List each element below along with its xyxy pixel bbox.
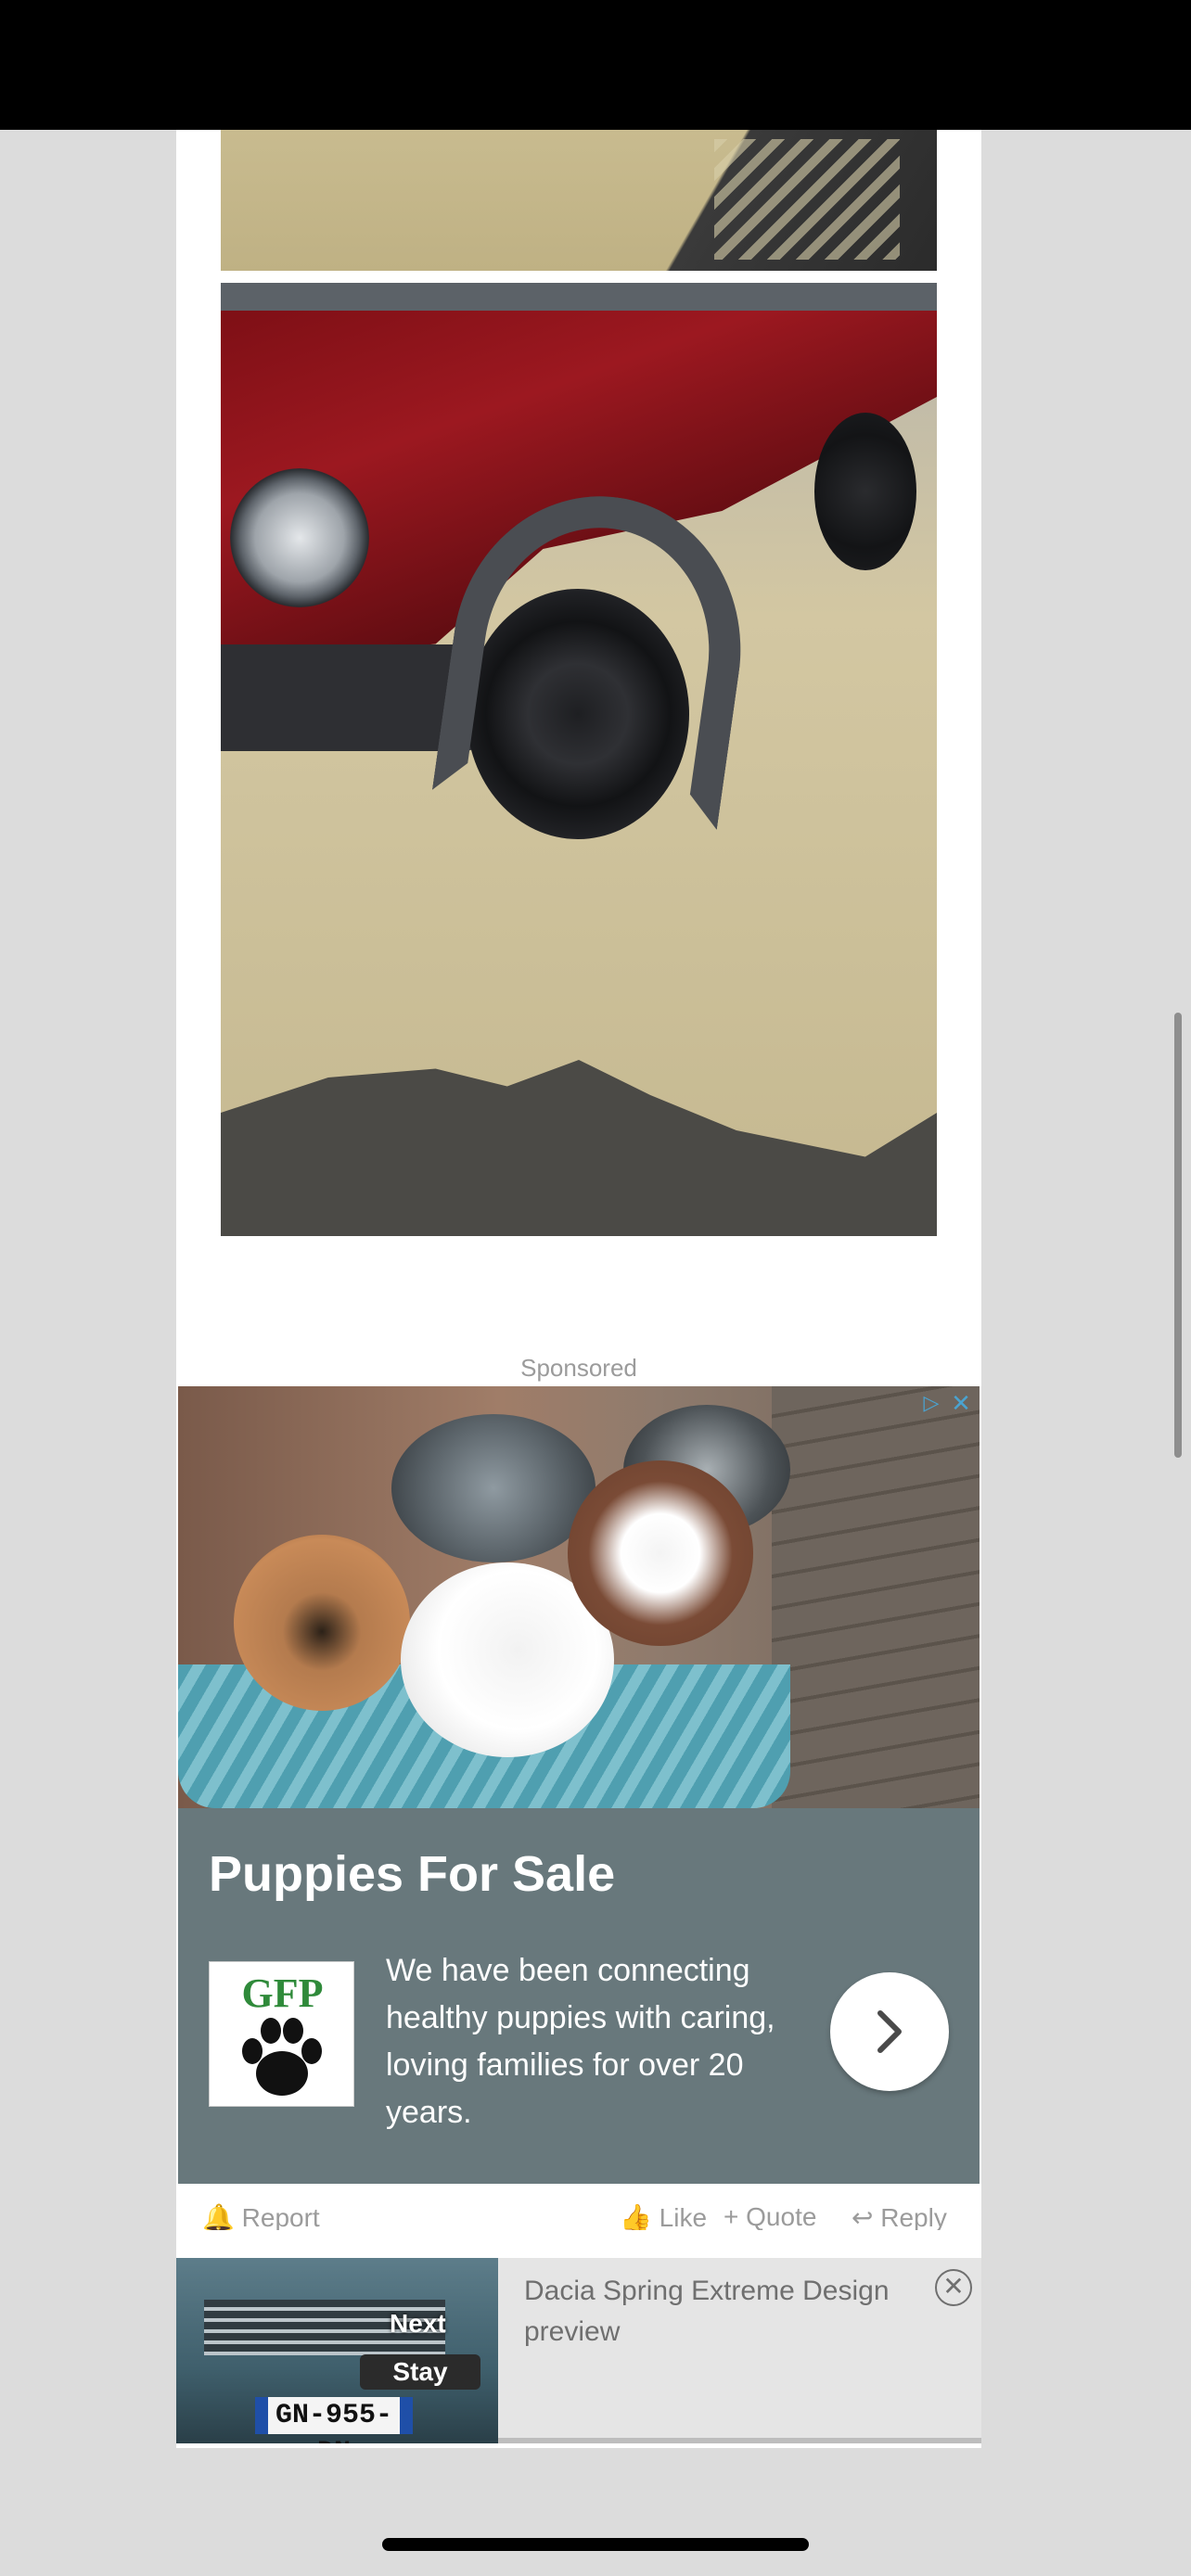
puppy	[234, 1535, 410, 1711]
reply-label: Reply	[880, 2203, 947, 2230]
bottom-ad-text[interactable]: Dacia Spring Extreme Design preview	[524, 2271, 923, 2353]
close-icon[interactable]: ✕	[950, 1391, 972, 1415]
sponsored-label: Sponsored	[520, 1354, 637, 1382]
puppy	[391, 1414, 596, 1562]
sponsored-ad[interactable]: ▷ ✕ Puppies For Sale GFP We have been co…	[178, 1386, 980, 2184]
license-plate: GN-955-DN	[255, 2397, 413, 2443]
truck-headlight	[230, 468, 369, 607]
reply-button[interactable]: ↩ Reply	[852, 2202, 947, 2230]
bottom-ad-image-car[interactable]: Next Stay GN-955-DN	[176, 2258, 498, 2443]
advertiser-logo[interactable]: GFP	[209, 1961, 354, 2107]
ad-description[interactable]: We have been connecting healthy puppies …	[386, 1947, 822, 2136]
like-button[interactable]: 👍 Like	[620, 2202, 707, 2230]
status-bar	[0, 0, 1191, 130]
like-label: Like	[659, 2203, 708, 2230]
report-link[interactable]: 🔔 Report	[202, 2202, 320, 2230]
adchoices-icon[interactable]: ▷	[920, 1392, 942, 1414]
bottom-banner-ad[interactable]: Next Stay GN-955-DN Dacia Spring Extreme…	[176, 2258, 981, 2443]
quote-label: Quote	[746, 2202, 817, 2230]
quote-button[interactable]: + Quote	[724, 2202, 816, 2230]
puppy	[568, 1460, 753, 1646]
ground-shadow	[221, 1060, 937, 1236]
post-photo-ground[interactable]	[221, 130, 937, 271]
paw-icon	[242, 2018, 322, 2096]
photo-grille-pattern	[714, 139, 900, 260]
chevron-right-icon	[877, 2010, 902, 2053]
truck-roof	[221, 283, 937, 311]
ad-cta-button[interactable]	[830, 1972, 949, 2091]
forum-post-content: Sponsored ▷ ✕ Puppies For Sale GFP We ha…	[176, 130, 981, 2448]
home-indicator[interactable]	[382, 2538, 809, 2551]
scrollbar[interactable]	[1174, 1013, 1182, 1458]
ad-title[interactable]: Puppies For Sale	[209, 1845, 615, 1903]
ad-image-puppies[interactable]: ▷ ✕	[178, 1386, 980, 1808]
post-actions: 🔔 Report 👍 Like + Quote ↩ Reply	[176, 2193, 981, 2230]
stay-label: Stay	[360, 2354, 480, 2390]
next-label: Next	[390, 2309, 446, 2338]
ad-image-deck	[772, 1386, 980, 1808]
close-icon[interactable]: ✕	[935, 2269, 972, 2306]
truck-rear-tire	[814, 413, 916, 570]
post-photo-red-truck[interactable]	[221, 283, 937, 1236]
report-label: Report	[241, 2203, 320, 2230]
logo-text: GFP	[241, 1970, 324, 2016]
